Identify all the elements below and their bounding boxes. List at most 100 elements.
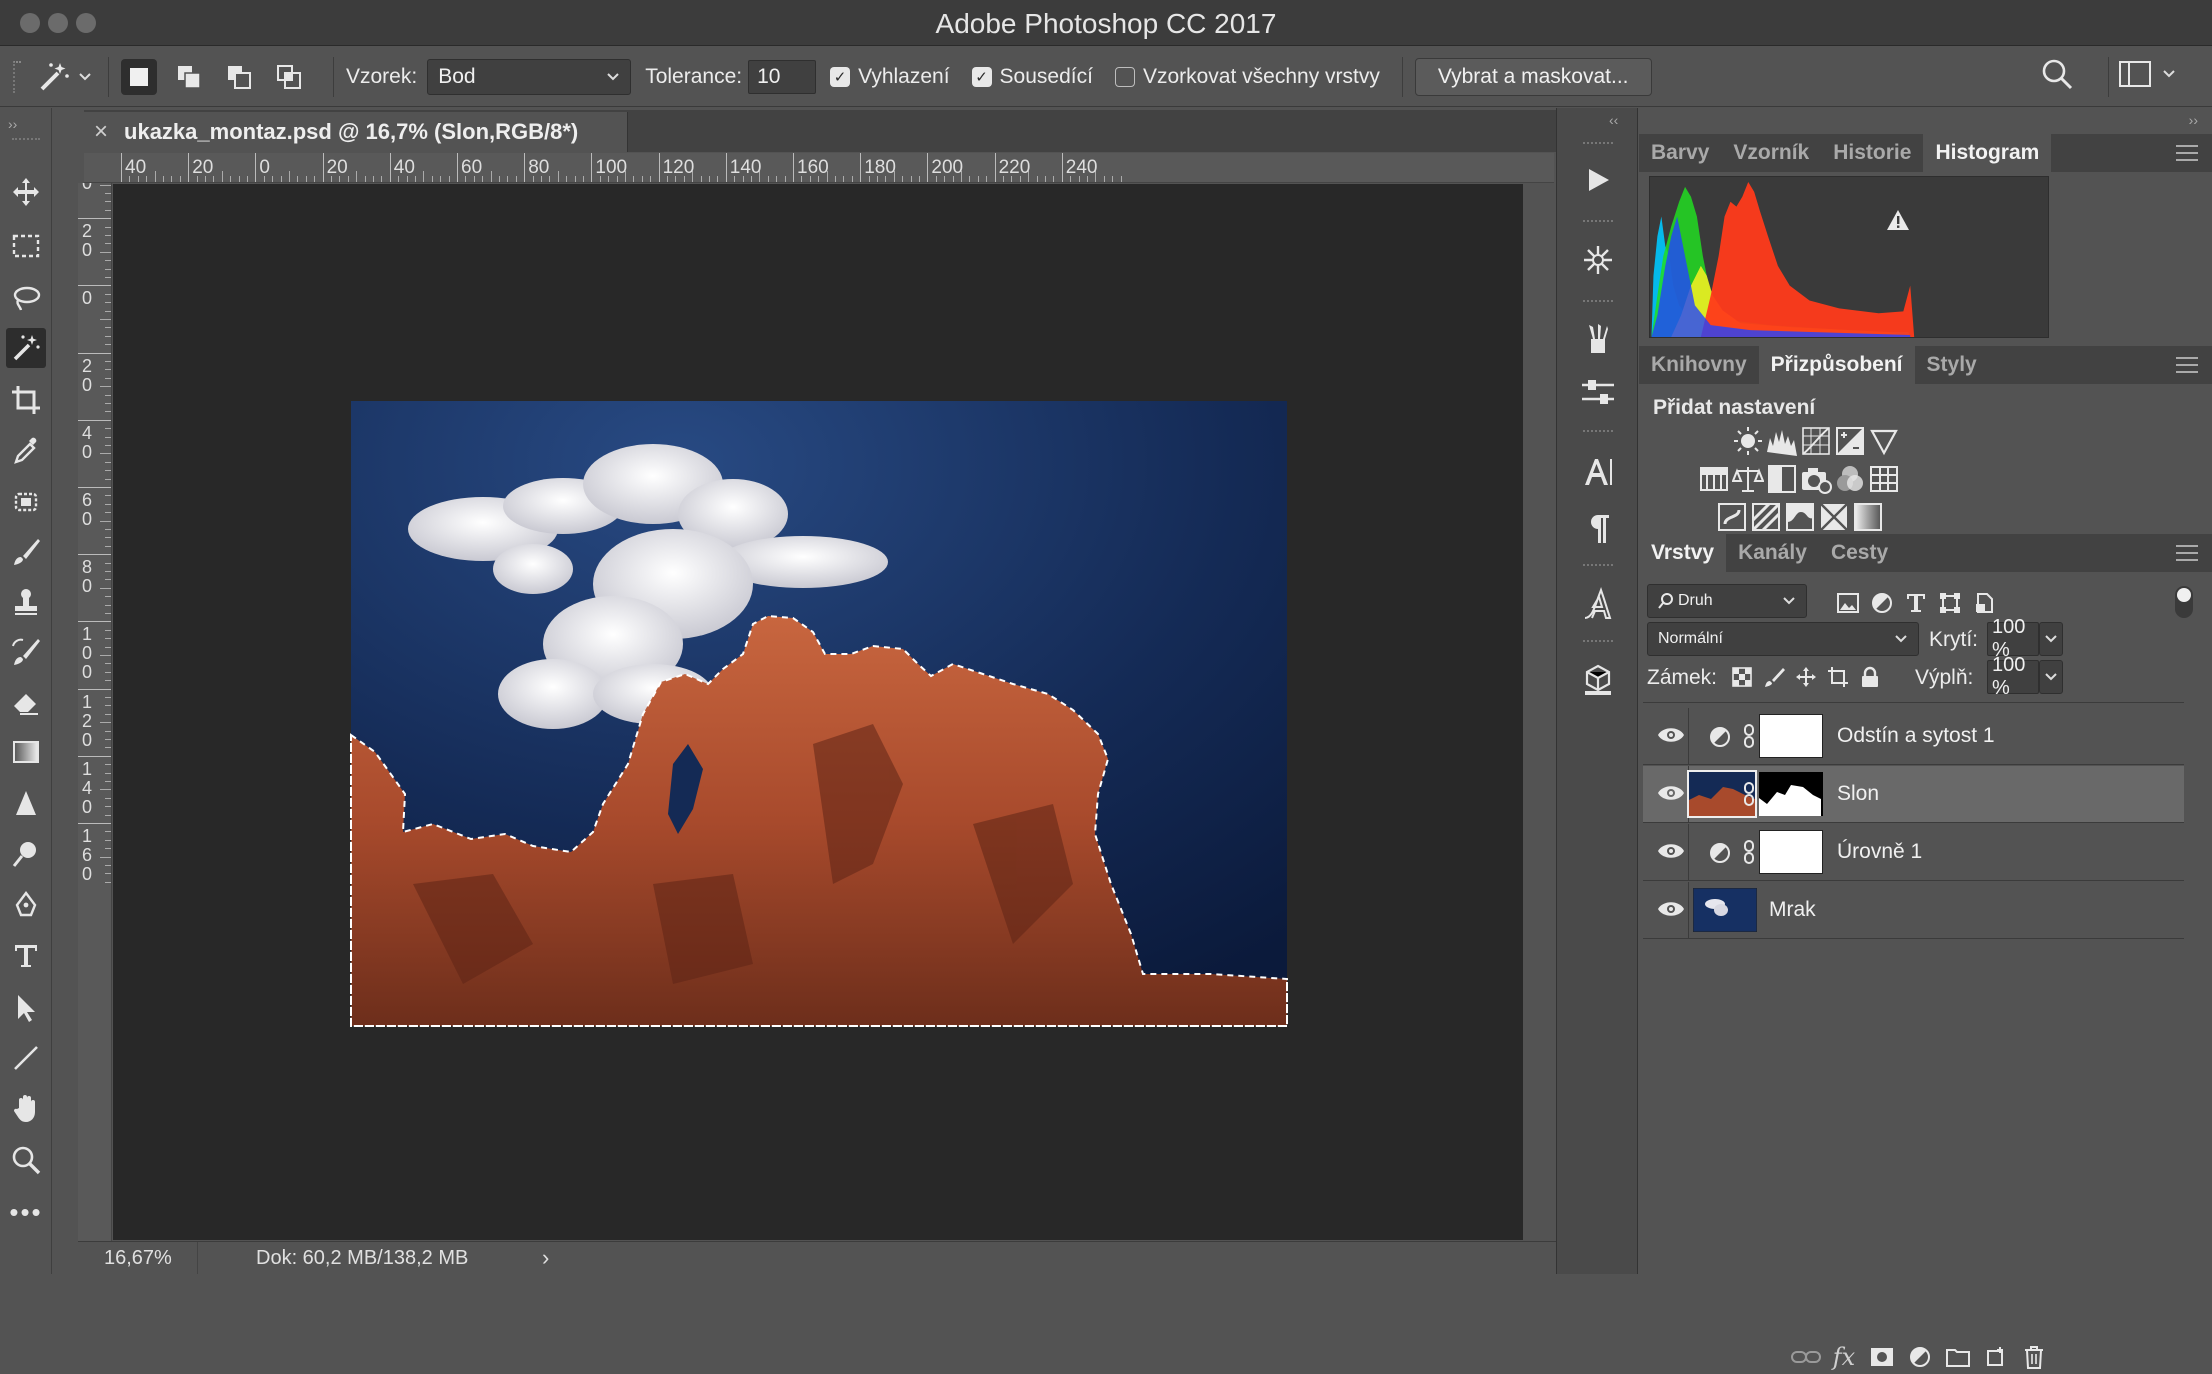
lock-all-button[interactable] bbox=[1853, 660, 1887, 694]
opacity-input[interactable]: 100 % bbox=[1987, 616, 2039, 661]
exposure-button[interactable] bbox=[1833, 424, 1867, 458]
eye-icon[interactable] bbox=[1657, 726, 1685, 744]
workspace-switcher[interactable] bbox=[2118, 59, 2176, 89]
more-tools-button[interactable]: ••• bbox=[6, 1192, 46, 1232]
brushes-panel-button[interactable] bbox=[1573, 316, 1623, 360]
top-panel-tab-1[interactable]: Vzorník bbox=[1721, 134, 1821, 172]
filter-pixel-layers-button[interactable] bbox=[1831, 586, 1865, 620]
invert-button[interactable] bbox=[1715, 500, 1749, 534]
zoom-level-field[interactable]: 16,67% bbox=[78, 1242, 198, 1274]
lock-transparent-pixels-button[interactable] bbox=[1725, 660, 1759, 694]
collapse-panels-icon[interactable]: ›› bbox=[2189, 112, 2198, 128]
fill-input[interactable]: 100 % bbox=[1987, 654, 2039, 699]
new-adjustment-layer-button[interactable] bbox=[1903, 1340, 1937, 1374]
status-menu-arrow[interactable]: › bbox=[542, 1245, 549, 1271]
select-and-mask-button[interactable]: Vybrat a maskovat... bbox=[1414, 57, 1652, 96]
layer-row-hue-saturation[interactable]: Odstín a sytost 1 bbox=[1643, 708, 2184, 765]
subtract-from-selection-button[interactable] bbox=[221, 59, 257, 95]
layer-mask-thumbnail[interactable] bbox=[1759, 714, 1823, 758]
magic-wand-tool[interactable] bbox=[6, 328, 46, 368]
black-white-button[interactable] bbox=[1765, 462, 1799, 496]
filter-smart-object-button[interactable] bbox=[1967, 586, 2001, 620]
filter-type-layers-button[interactable] bbox=[1899, 586, 1933, 620]
add-to-selection-button[interactable] bbox=[171, 59, 207, 95]
link-layers-button[interactable] bbox=[1789, 1340, 1823, 1374]
expand-dock-icon[interactable]: ‹‹ bbox=[1609, 112, 1618, 128]
path-selection-tool[interactable] bbox=[6, 988, 46, 1028]
warning-icon[interactable] bbox=[1885, 208, 1911, 232]
actions-panel-button[interactable] bbox=[1573, 158, 1623, 202]
fill-slider-toggle[interactable] bbox=[2039, 660, 2063, 694]
type-tool[interactable] bbox=[6, 936, 46, 976]
canvas-area[interactable] bbox=[113, 184, 1523, 1240]
filter-shape-layers-button[interactable] bbox=[1933, 586, 1967, 620]
horizontal-ruler[interactable]: 40 20 0 20 40 60 80 100 120 140 160 180 200 220 240 bbox=[84, 153, 1554, 183]
layer-style-button[interactable]: fx bbox=[1827, 1340, 1861, 1374]
move-tool[interactable] bbox=[6, 172, 46, 212]
top-panel-tab-3[interactable]: Histogram bbox=[1923, 134, 2052, 172]
crop-tool[interactable] bbox=[6, 380, 46, 420]
sample-size-dropdown[interactable]: Bod bbox=[427, 58, 632, 95]
color-lookup-button[interactable] bbox=[1867, 462, 1901, 496]
top-panel-tab-0[interactable]: Barvy bbox=[1639, 134, 1721, 172]
hue-saturation-button[interactable] bbox=[1697, 462, 1731, 496]
selective-color-button[interactable] bbox=[1817, 500, 1851, 534]
lock-position-button[interactable] bbox=[1789, 660, 1823, 694]
top-panel-tab-2[interactable]: Historie bbox=[1821, 134, 1923, 172]
chain-link-icon[interactable] bbox=[1743, 840, 1755, 864]
antialias-checkbox[interactable]: ✓ Vyhlazení bbox=[830, 65, 950, 89]
panel-menu-icon[interactable] bbox=[2176, 145, 2198, 161]
brightness-contrast-button[interactable] bbox=[1731, 424, 1765, 458]
sample-all-layers-checkbox[interactable]: Vzorkovat všechny vrstvy bbox=[1114, 65, 1380, 89]
history-brush-tool[interactable] bbox=[6, 632, 46, 672]
eye-icon[interactable] bbox=[1657, 842, 1685, 860]
vertical-ruler[interactable]: 40 20 0 20 40 60 80 100 120 140 160 bbox=[78, 183, 112, 1241]
dodge-tool[interactable] bbox=[6, 834, 46, 874]
tolerance-input[interactable]: 10 bbox=[748, 59, 817, 94]
paragraph-panel-button[interactable] bbox=[1573, 506, 1623, 550]
3d-panel-button[interactable] bbox=[1573, 658, 1623, 702]
contiguous-checkbox[interactable]: ✓ Sousedící bbox=[971, 65, 1093, 89]
posterize-button[interactable] bbox=[1749, 500, 1783, 534]
layer-mask-thumbnail[interactable] bbox=[1759, 772, 1823, 816]
gradient-tool[interactable] bbox=[6, 732, 46, 772]
filter-toggle[interactable] bbox=[2175, 586, 2193, 618]
eyedropper-tool[interactable] bbox=[6, 430, 46, 470]
threshold-button[interactable] bbox=[1783, 500, 1817, 534]
hand-tool[interactable] bbox=[6, 1088, 46, 1128]
channel-mixer-button[interactable] bbox=[1833, 462, 1867, 496]
layer-row-mrak[interactable]: Mrak bbox=[1643, 882, 2184, 939]
character-panel-button[interactable] bbox=[1573, 450, 1623, 494]
spot-healing-tool[interactable] bbox=[6, 482, 46, 522]
levels-button[interactable] bbox=[1765, 424, 1799, 458]
eye-icon[interactable] bbox=[1657, 900, 1685, 918]
pen-tool[interactable] bbox=[6, 886, 46, 926]
marquee-tool[interactable] bbox=[6, 226, 46, 266]
color-balance-button[interactable] bbox=[1731, 462, 1765, 496]
chain-link-icon[interactable] bbox=[1743, 782, 1755, 806]
mid-panel-tab-0[interactable]: Knihovny bbox=[1639, 346, 1759, 384]
chain-link-icon[interactable] bbox=[1743, 724, 1755, 748]
document-tab[interactable]: × ukazka_montaz.psd @ 16,7% (Slon,RGB/8*… bbox=[84, 112, 628, 152]
zoom-tool[interactable] bbox=[6, 1140, 46, 1180]
tool-preset-picker[interactable] bbox=[36, 59, 92, 95]
layers-panel-tab-1[interactable]: Kanály bbox=[1726, 534, 1819, 572]
tool-presets-button[interactable] bbox=[1573, 370, 1623, 414]
close-tab-icon[interactable]: × bbox=[94, 118, 108, 146]
new-selection-button[interactable] bbox=[121, 58, 157, 95]
add-mask-button[interactable] bbox=[1865, 1340, 1899, 1374]
new-layer-button[interactable] bbox=[1979, 1340, 2013, 1374]
line-tool[interactable] bbox=[6, 1038, 46, 1078]
glyphs-panel-button[interactable] bbox=[1573, 582, 1623, 626]
panel-menu-icon[interactable] bbox=[2176, 545, 2198, 561]
eraser-tool[interactable] bbox=[6, 682, 46, 722]
mid-panel-tab-1[interactable]: Přizpůsobení bbox=[1758, 346, 1915, 384]
curves-button[interactable] bbox=[1799, 424, 1833, 458]
lasso-tool[interactable] bbox=[6, 278, 46, 318]
clone-stamp-tool[interactable] bbox=[6, 582, 46, 622]
intersect-selection-button[interactable] bbox=[271, 59, 307, 95]
panel-menu-icon[interactable] bbox=[2176, 357, 2198, 373]
blur-tool[interactable] bbox=[6, 784, 46, 824]
brush-settings-button[interactable] bbox=[1573, 238, 1623, 282]
layer-filter-dropdown[interactable]: Druh bbox=[1647, 584, 1807, 618]
